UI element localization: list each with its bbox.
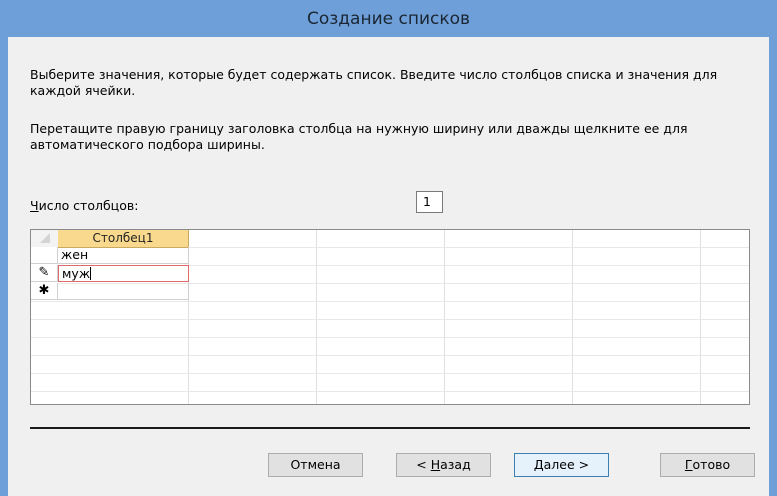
column-count-label: Число столбцов: xyxy=(30,198,139,213)
dialog-body: Выберите значения, которые будет содержа… xyxy=(8,37,769,496)
row-selector-editing[interactable]: ✎ xyxy=(31,265,58,282)
title-bar: Создание списков xyxy=(0,0,777,37)
separator-line xyxy=(30,427,750,429)
asterisk-icon: ✱ xyxy=(38,283,50,298)
text-caret xyxy=(90,267,92,280)
grid-cell[interactable]: жен xyxy=(58,247,189,264)
column-header[interactable]: Столбец1 xyxy=(58,230,189,248)
pencil-icon: ✎ xyxy=(38,265,50,280)
corner-triangle-icon xyxy=(40,233,50,243)
row-selector[interactable] xyxy=(31,247,58,264)
cancel-button[interactable]: Отмена xyxy=(268,453,363,477)
instructions-resize-text: Перетащите правую границу заголовка стол… xyxy=(30,121,688,152)
grid-cell-new[interactable] xyxy=(58,283,189,300)
select-all-corner[interactable] xyxy=(31,230,59,248)
instructions-text: Выберите значения, которые будет содержа… xyxy=(30,67,718,98)
dialog-title: Создание списков xyxy=(306,9,471,29)
column-count-input[interactable]: 1 xyxy=(416,191,443,213)
new-row-selector[interactable]: ✱ xyxy=(31,283,58,300)
values-grid[interactable]: Столбец1 жен ✎ муж ✱ xyxy=(30,229,750,405)
next-button[interactable]: Далее > xyxy=(514,453,609,477)
grid-cell-editing[interactable]: муж xyxy=(58,265,189,282)
back-button[interactable]: < Назад xyxy=(396,453,491,477)
finish-button[interactable]: Готово xyxy=(660,453,755,477)
